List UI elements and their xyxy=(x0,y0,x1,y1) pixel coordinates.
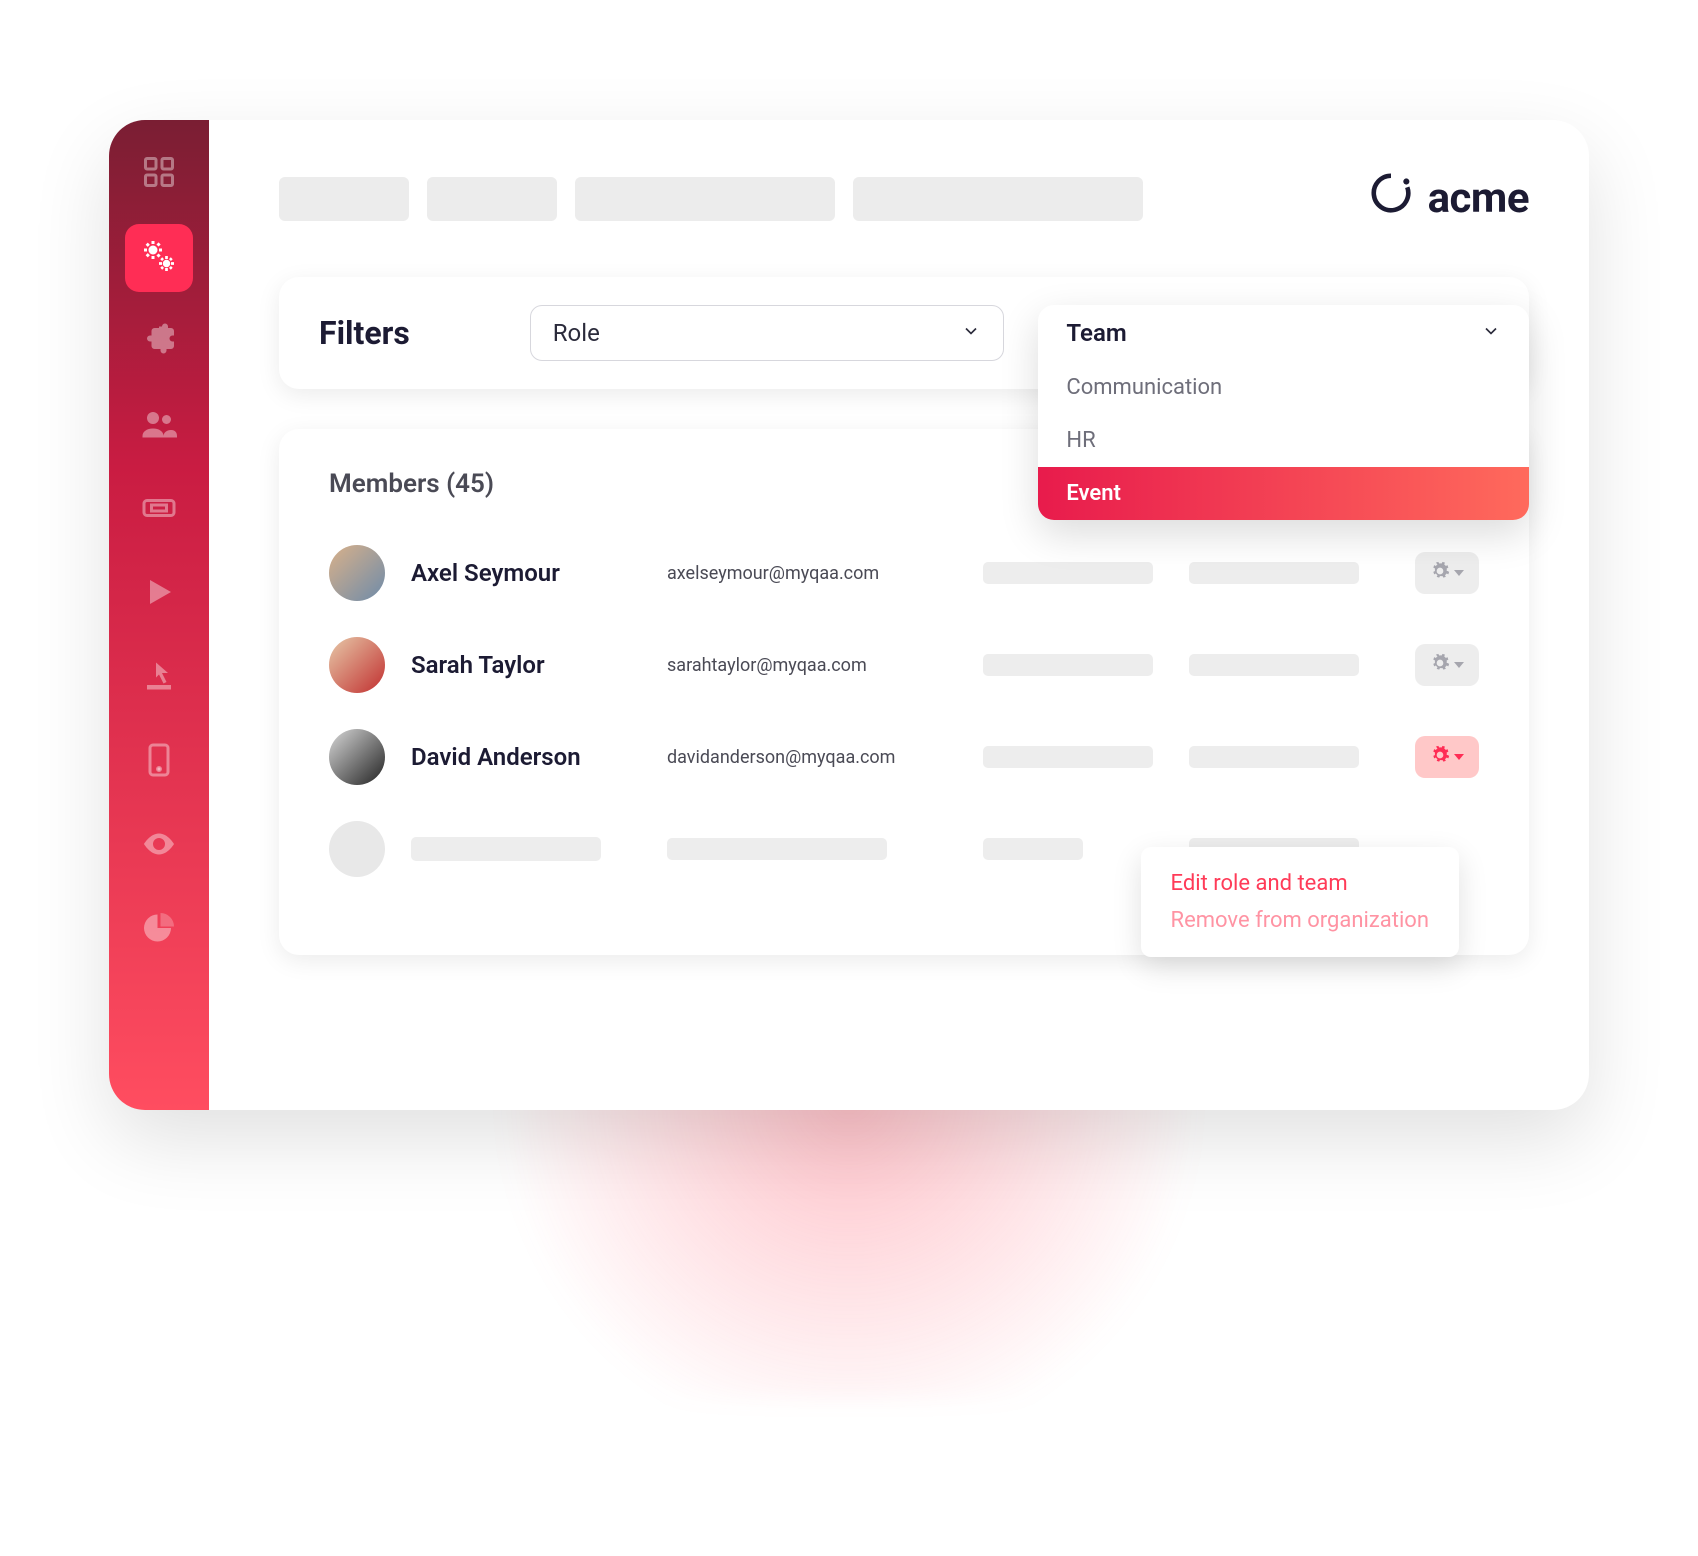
avatar-placeholder xyxy=(329,821,385,877)
chevron-down-icon xyxy=(1481,319,1501,347)
grid-icon xyxy=(141,154,177,194)
sidebar xyxy=(109,120,209,1110)
cell-placeholder xyxy=(983,746,1163,768)
team-select-label: Team xyxy=(1066,319,1126,347)
sidebar-item-play[interactable] xyxy=(125,560,193,628)
filters-label: Filters xyxy=(319,314,410,352)
topbar-placeholder xyxy=(279,177,409,221)
topbar-placeholder xyxy=(575,177,835,221)
avatar xyxy=(329,545,385,601)
eye-icon xyxy=(141,826,177,866)
people-icon xyxy=(141,406,177,446)
sidebar-item-analytics[interactable] xyxy=(125,896,193,964)
app-window: acme Filters Role Team xyxy=(109,120,1589,1110)
cell-placeholder xyxy=(411,837,641,861)
team-dropdown: Team Communication HR Event xyxy=(1038,305,1529,520)
row-actions-button[interactable] xyxy=(1415,644,1479,686)
sidebar-item-plugins[interactable] xyxy=(125,308,193,376)
ticket-icon xyxy=(141,490,177,530)
team-option-communication[interactable]: Communication xyxy=(1038,361,1529,414)
member-name: Sarah Taylor xyxy=(411,651,641,679)
sidebar-item-interact[interactable] xyxy=(125,644,193,712)
member-name: David Anderson xyxy=(411,743,641,771)
role-select-label: Role xyxy=(553,319,600,347)
cell-placeholder xyxy=(1189,746,1369,768)
cell-placeholder xyxy=(983,654,1163,676)
sidebar-item-people[interactable] xyxy=(125,392,193,460)
filters-card: Filters Role Team xyxy=(279,277,1529,389)
main-content: acme Filters Role Team xyxy=(209,120,1589,1110)
member-email: davidanderson@myqaa.com xyxy=(667,747,957,768)
team-option-hr[interactable]: HR xyxy=(1038,414,1529,467)
row-actions-button[interactable] xyxy=(1415,736,1479,778)
cell-placeholder xyxy=(1189,654,1369,676)
action-remove-from-org[interactable]: Remove from organization xyxy=(1171,902,1429,939)
cell-placeholder xyxy=(1189,562,1369,584)
team-option-event[interactable]: Event xyxy=(1038,467,1529,520)
brand-logo: acme xyxy=(1368,170,1529,227)
caret-down-icon xyxy=(1454,570,1464,576)
cell-placeholder xyxy=(667,838,957,860)
team-select[interactable]: Team xyxy=(1038,305,1529,361)
filters-controls: Role Team Communication H xyxy=(530,305,1489,361)
avatar xyxy=(329,637,385,693)
gear-icon xyxy=(1430,561,1450,585)
topbar-placeholder xyxy=(427,177,557,221)
action-edit-role-team[interactable]: Edit role and team xyxy=(1171,865,1429,902)
cell-placeholder xyxy=(983,838,1163,860)
row-actions-button[interactable] xyxy=(1415,552,1479,594)
caret-down-icon xyxy=(1454,662,1464,668)
member-row: Sarah Taylor sarahtaylor@myqaa.com xyxy=(329,619,1479,711)
gear-icon xyxy=(1430,653,1450,677)
sidebar-item-visibility[interactable] xyxy=(125,812,193,880)
pointer-icon xyxy=(141,658,177,698)
mobile-icon xyxy=(141,742,177,782)
brand-name: acme xyxy=(1428,174,1529,223)
pie-chart-icon xyxy=(141,910,177,950)
member-row: David Anderson davidanderson@myqaa.com xyxy=(329,711,1479,803)
team-select-wrap: Team Communication HR Event xyxy=(1060,305,1489,361)
gears-icon xyxy=(141,238,177,278)
member-email: axelseymour@myqaa.com xyxy=(667,563,957,584)
topbar: acme xyxy=(279,170,1529,227)
member-email: sarahtaylor@myqaa.com xyxy=(667,655,957,676)
caret-down-icon xyxy=(1454,754,1464,760)
sidebar-item-mobile[interactable] xyxy=(125,728,193,796)
brand-mark-icon xyxy=(1368,170,1414,227)
topbar-placeholders xyxy=(279,177,1348,221)
cell-placeholder xyxy=(983,562,1163,584)
sidebar-item-tickets[interactable] xyxy=(125,476,193,544)
member-row: Axel Seymour axelseymour@myqaa.com xyxy=(329,527,1479,619)
puzzle-icon xyxy=(141,322,177,362)
play-icon xyxy=(141,574,177,614)
topbar-placeholder xyxy=(853,177,1143,221)
avatar xyxy=(329,729,385,785)
sidebar-item-settings[interactable] xyxy=(125,224,193,292)
gear-icon xyxy=(1430,745,1450,769)
sidebar-item-dashboard[interactable] xyxy=(125,140,193,208)
chevron-down-icon xyxy=(961,319,981,347)
role-select[interactable]: Role xyxy=(530,305,1005,361)
member-name: Axel Seymour xyxy=(411,559,641,587)
row-action-menu: Edit role and team Remove from organizat… xyxy=(1141,847,1459,957)
